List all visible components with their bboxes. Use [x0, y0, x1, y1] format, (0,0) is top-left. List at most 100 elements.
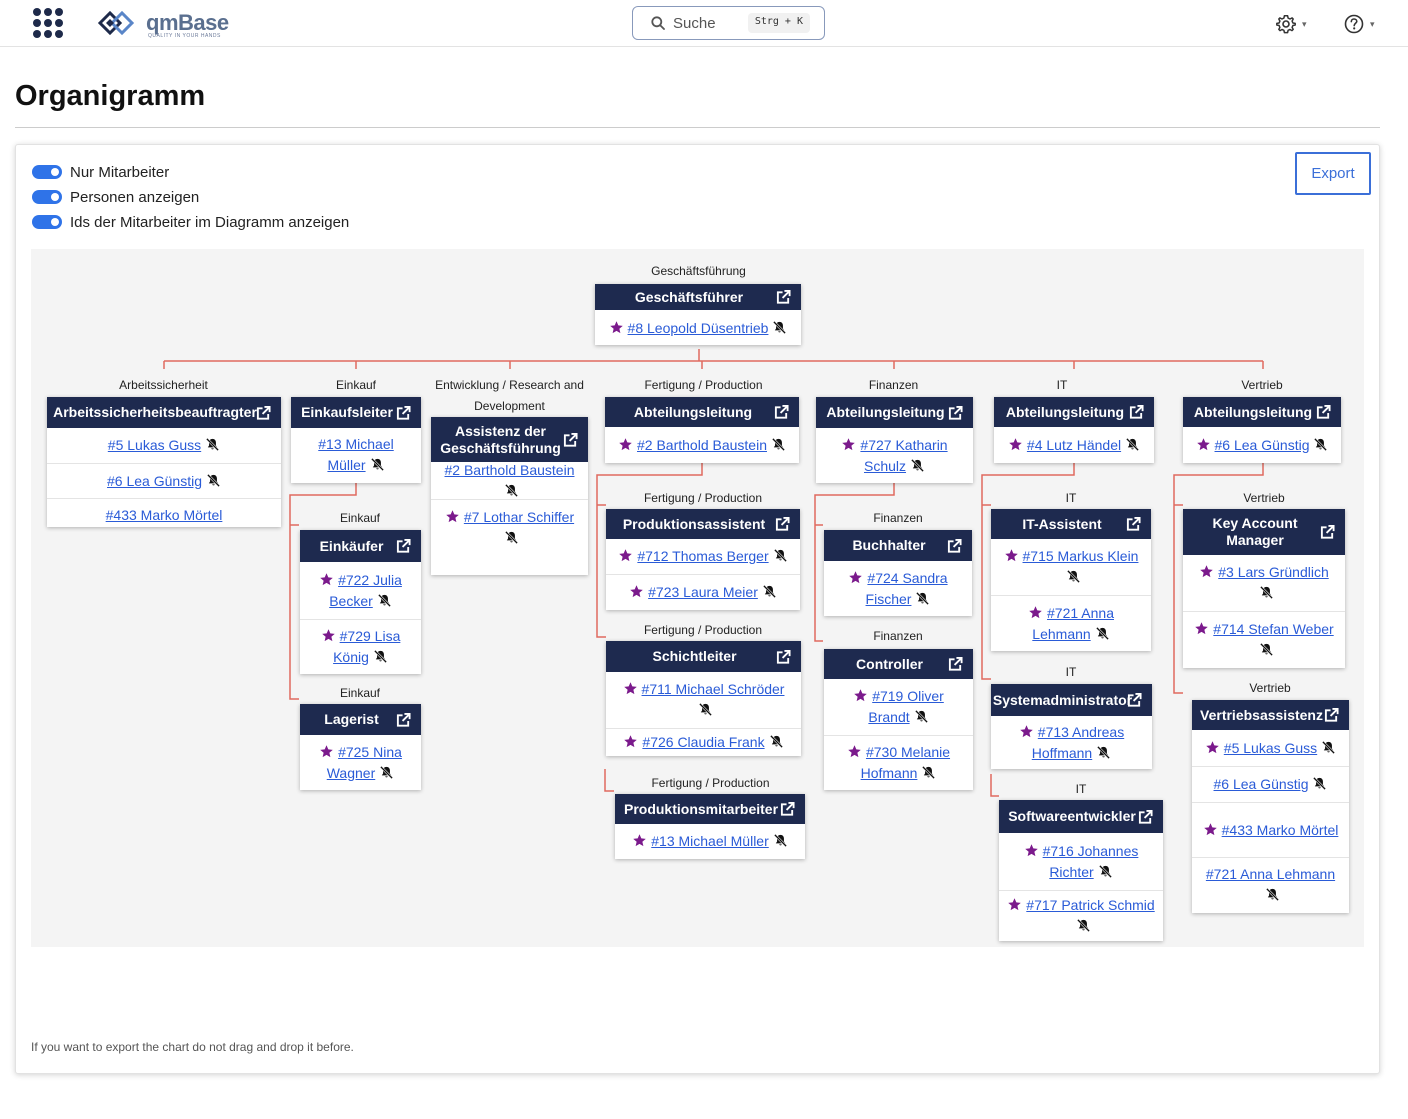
bell-off-icon[interactable]: [915, 591, 930, 606]
bell-off-icon[interactable]: [921, 765, 936, 780]
external-link-icon[interactable]: [948, 656, 963, 672]
bell-off-icon[interactable]: [377, 593, 392, 608]
bell-off-icon[interactable]: [698, 702, 713, 717]
bell-off-icon[interactable]: [379, 765, 394, 780]
org-node[interactable]: Systemadministrator #713 Andreas Hoffmann: [991, 684, 1152, 769]
person-link[interactable]: #13 Michael Müller: [651, 833, 769, 849]
org-node[interactable]: Softwareentwickler #716 Johannes Richter #…: [999, 800, 1163, 941]
person-link[interactable]: #2 Barthold Baustein: [637, 437, 767, 453]
toggle-show-persons[interactable]: Personen anzeigen: [32, 187, 199, 207]
logo[interactable]: qmBase QUALITY IN YOUR HANDS: [96, 7, 229, 39]
person-link[interactable]: #8 Leopold Düsentrieb: [628, 320, 769, 336]
apps-grid-icon[interactable]: [33, 8, 63, 38]
external-link-icon[interactable]: [775, 516, 790, 532]
settings-menu-button[interactable]: ▾: [1276, 12, 1307, 36]
external-link-icon[interactable]: [776, 289, 791, 305]
person-link[interactable]: #7 Lothar Schiffer: [464, 509, 574, 525]
bell-off-icon[interactable]: [1259, 585, 1274, 600]
person-link[interactable]: #724 Sandra Fischer: [866, 570, 948, 607]
org-node[interactable]: Key Account Manager #3 Lars Gründlich #714…: [1183, 509, 1345, 668]
bell-off-icon[interactable]: [1321, 740, 1336, 755]
bell-off-icon[interactable]: [910, 458, 925, 473]
person-link[interactable]: #433 Marko Mörtel: [1222, 822, 1339, 838]
bell-off-icon[interactable]: [773, 833, 788, 848]
bell-off-icon[interactable]: [1312, 776, 1327, 791]
org-node[interactable]: Abteilungsleitung #2 Barthold Baustein: [605, 397, 799, 463]
person-link[interactable]: #726 Claudia Frank: [642, 734, 764, 750]
person-link[interactable]: #5 Lukas Guss: [108, 437, 201, 453]
org-node[interactable]: Schichtleiter #711 Michael Schröder #726 C…: [606, 641, 801, 756]
person-link[interactable]: #5 Lukas Guss: [1224, 740, 1317, 756]
bell-off-icon[interactable]: [771, 437, 786, 452]
person-link[interactable]: #6 Lea Günstig: [1215, 437, 1310, 453]
person-link[interactable]: #723 Laura Meier: [648, 584, 758, 600]
org-chart-canvas[interactable]: Geschäftsführung Arbeitssicherheit Einkauf…: [31, 249, 1364, 947]
bell-off-icon[interactable]: [1098, 864, 1113, 879]
toggle-switch[interactable]: [32, 215, 62, 229]
org-node[interactable]: Abteilungsleitung #6 Lea Günstig: [1183, 397, 1341, 463]
bell-off-icon[interactable]: [773, 548, 788, 563]
person-link[interactable]: #433 Marko Mörtel: [106, 507, 223, 523]
person-link[interactable]: #715 Markus Klein: [1023, 548, 1139, 564]
bell-off-icon[interactable]: [762, 584, 777, 599]
external-link-icon[interactable]: [1324, 707, 1339, 723]
bell-off-icon[interactable]: [914, 709, 929, 724]
person-link[interactable]: #711 Michael Schröder: [642, 681, 785, 697]
org-node[interactable]: Einkaufsleiter #13 Michael Müller: [291, 397, 421, 483]
external-link-icon[interactable]: [396, 712, 411, 727]
bell-off-icon[interactable]: [1096, 745, 1111, 760]
person-link[interactable]: #6 Lea Günstig: [1214, 776, 1309, 792]
bell-off-icon[interactable]: [772, 320, 787, 335]
bell-off-icon[interactable]: [1125, 437, 1140, 452]
org-node[interactable]: Buchhalter #724 Sandra Fischer: [824, 530, 972, 616]
person-link[interactable]: #3 Lars Gründlich: [1218, 564, 1329, 580]
bell-off-icon[interactable]: [1076, 918, 1091, 933]
bell-off-icon[interactable]: [206, 473, 221, 488]
external-link-icon[interactable]: [947, 538, 962, 553]
org-node[interactable]: Geschäftsführer #8 Leopold Düsentrieb: [595, 284, 801, 345]
person-link[interactable]: #6 Lea Günstig: [107, 473, 202, 489]
external-link-icon[interactable]: [774, 404, 789, 420]
org-node[interactable]: Controller #719 Oliver Brandt #730 Melanie…: [824, 649, 973, 790]
toggle-show-ids[interactable]: Ids der Mitarbeiter im Diagramm anzeigen: [32, 212, 349, 232]
person-link[interactable]: #714 Stefan Weber: [1213, 621, 1333, 637]
external-link-icon[interactable]: [1126, 516, 1141, 532]
org-node[interactable]: Arbeitssicherheitsbeauftragter #5 Lukas G…: [47, 397, 281, 527]
external-link-icon[interactable]: [256, 405, 271, 420]
external-link-icon[interactable]: [1320, 524, 1335, 540]
person-link[interactable]: #717 Patrick Schmid: [1026, 897, 1154, 913]
person-link[interactable]: #719 Oliver Brandt: [868, 688, 943, 725]
bell-off-icon[interactable]: [205, 437, 220, 452]
bell-off-icon[interactable]: [504, 530, 519, 545]
org-node[interactable]: Assistenz der Geschäftsführung #2 Barthol…: [431, 417, 588, 575]
person-link[interactable]: #2 Barthold Baustein: [445, 462, 575, 478]
export-button[interactable]: Export: [1295, 152, 1371, 195]
org-node[interactable]: Einkäufer #722 Julia Becker #729 Lisa Köni…: [300, 530, 421, 674]
org-node[interactable]: IT-Assistent #715 Markus Klein #721 Anna L…: [991, 509, 1151, 651]
person-link[interactable]: #712 Thomas Berger: [637, 548, 768, 564]
person-link[interactable]: #727 Katharin Schulz: [860, 437, 947, 474]
external-link-icon[interactable]: [1316, 404, 1331, 420]
toggle-only-employees[interactable]: Nur Mitarbeiter: [32, 162, 169, 182]
external-link-icon[interactable]: [1138, 809, 1153, 824]
bell-off-icon[interactable]: [1259, 642, 1274, 657]
toggle-switch[interactable]: [32, 190, 62, 204]
org-node[interactable]: Produktionsassistent #712 Thomas Berger #7…: [606, 509, 800, 610]
bell-off-icon[interactable]: [1313, 437, 1328, 452]
org-node[interactable]: Abteilungsleitung #727 Katharin Schulz: [816, 397, 973, 483]
external-link-icon[interactable]: [776, 649, 791, 664]
org-node[interactable]: Vertriebsassistenz #5 Lukas Guss #6 Lea Gü…: [1192, 700, 1349, 913]
bell-off-icon[interactable]: [1265, 887, 1280, 902]
bell-off-icon[interactable]: [373, 649, 388, 664]
bell-off-icon[interactable]: [769, 734, 784, 749]
person-link[interactable]: #729 Lisa König: [333, 628, 400, 665]
external-link-icon[interactable]: [1127, 692, 1142, 708]
bell-off-icon[interactable]: [370, 457, 385, 472]
search-button[interactable]: Suche Strg + K: [632, 6, 825, 40]
person-link[interactable]: #4 Lutz Händel: [1027, 437, 1121, 453]
external-link-icon[interactable]: [396, 538, 411, 554]
person-link[interactable]: #730 Melanie Hofmann: [861, 744, 950, 781]
org-node[interactable]: Produktionsmitarbeiter #13 Michael Müller: [615, 794, 805, 859]
org-node[interactable]: Lagerist #725 Nina Wagner: [300, 704, 421, 790]
org-node[interactable]: Abteilungsleitung #4 Lutz Händel: [994, 397, 1154, 463]
